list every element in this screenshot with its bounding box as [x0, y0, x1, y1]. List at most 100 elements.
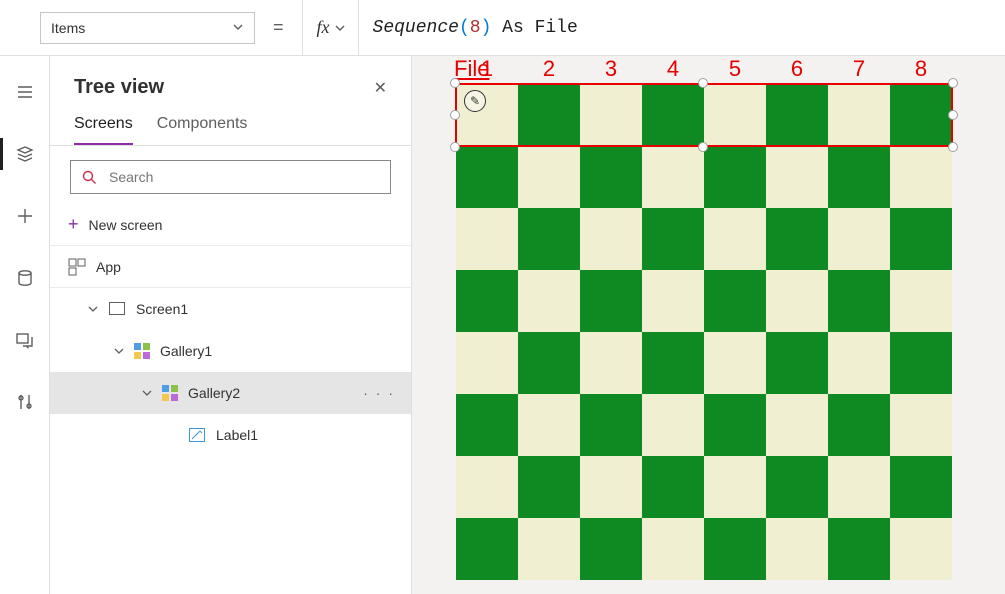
- rail-tools[interactable]: [0, 382, 50, 422]
- selection-rectangle[interactable]: [455, 83, 953, 147]
- tree-item-label: Gallery1: [160, 343, 212, 359]
- board-square: [518, 270, 580, 332]
- board-square: [518, 332, 580, 394]
- tree-item-label1[interactable]: Label1: [50, 414, 411, 456]
- tree-item-label: Screen1: [136, 301, 188, 317]
- tab-components[interactable]: Components: [157, 107, 248, 145]
- board-square: [580, 456, 642, 518]
- board-square: [580, 518, 642, 580]
- canvas[interactable]: File 12345678 ✎: [412, 56, 1005, 594]
- gallery-icon: [134, 343, 150, 359]
- board-square: [890, 518, 952, 580]
- annotation-number: 7: [828, 56, 890, 82]
- board-square: [518, 394, 580, 456]
- board-square: [704, 208, 766, 270]
- tree-item-app[interactable]: App: [50, 246, 411, 288]
- label-icon: [188, 426, 206, 444]
- chessboard: [456, 84, 952, 580]
- tree-panel: Tree view ✕ Screens Components + New scr…: [50, 56, 412, 594]
- board-square: [580, 394, 642, 456]
- equals-icon: =: [273, 17, 284, 38]
- board-square: [890, 394, 952, 456]
- tab-screens[interactable]: Screens: [74, 107, 133, 145]
- tree-item-gallery1[interactable]: Gallery1: [50, 330, 411, 372]
- chevron-down-icon: [334, 22, 346, 34]
- tree-item-label: App: [96, 259, 121, 275]
- chevron-down-icon[interactable]: [88, 301, 98, 317]
- annotation-number: 3: [580, 56, 642, 82]
- search-input[interactable]: [107, 168, 380, 186]
- chevron-down-icon: [232, 20, 244, 36]
- tree-title: Tree view: [74, 76, 164, 99]
- edit-pencil-icon[interactable]: ✎: [464, 90, 486, 112]
- formula-token-num: 8: [470, 18, 481, 38]
- resize-handle[interactable]: [450, 78, 460, 88]
- fx-dropdown[interactable]: fx: [302, 0, 359, 55]
- board-square: [766, 456, 828, 518]
- board-square: [704, 456, 766, 518]
- board-square: [828, 146, 890, 208]
- board-square: [456, 456, 518, 518]
- resize-handle[interactable]: [450, 110, 460, 120]
- resize-handle[interactable]: [698, 78, 708, 88]
- board-square: [890, 208, 952, 270]
- new-screen-button[interactable]: + New screen: [50, 204, 411, 246]
- tree-list: + New screen App Screen1 Gallery1: [50, 204, 411, 594]
- formula-input[interactable]: Sequence(8) As File: [359, 0, 1005, 55]
- resize-handle[interactable]: [948, 110, 958, 120]
- close-icon[interactable]: ✕: [374, 78, 387, 98]
- rail-data[interactable]: [0, 258, 50, 298]
- formula-token-open: (: [459, 18, 470, 38]
- board-square: [828, 518, 890, 580]
- formula-token-close: ): [481, 18, 492, 38]
- annotation-number: 4: [642, 56, 704, 82]
- board-square: [518, 146, 580, 208]
- resize-handle[interactable]: [948, 78, 958, 88]
- board-square: [456, 518, 518, 580]
- media-icon: [15, 330, 35, 350]
- chevron-down-icon[interactable]: [142, 385, 152, 401]
- chevron-down-icon[interactable]: [114, 343, 124, 359]
- fx-label: fx: [317, 17, 330, 38]
- tree-item-gallery2[interactable]: Gallery2 · · ·: [50, 372, 411, 414]
- board-square: [580, 208, 642, 270]
- board-square: [518, 456, 580, 518]
- board-square: [704, 332, 766, 394]
- board-square: [766, 394, 828, 456]
- annotation-number: 6: [766, 56, 828, 82]
- tree-item-screen1[interactable]: Screen1: [50, 288, 411, 330]
- board-square: [766, 270, 828, 332]
- board-square: [642, 456, 704, 518]
- board-square: [456, 332, 518, 394]
- board-square: [890, 270, 952, 332]
- rail-hamburger[interactable]: [0, 72, 50, 112]
- layers-icon: [15, 144, 35, 164]
- board-square: [828, 208, 890, 270]
- tree-item-label: Gallery2: [188, 385, 240, 401]
- gallery-icon: [162, 385, 178, 401]
- resize-handle[interactable]: [948, 142, 958, 152]
- annotation-number: 8: [890, 56, 952, 82]
- board-square: [518, 518, 580, 580]
- formula-token-fn: Sequence: [373, 18, 459, 38]
- search-box[interactable]: [70, 160, 391, 194]
- rail-insert[interactable]: [0, 196, 50, 236]
- rail-tree-view[interactable]: [0, 134, 50, 174]
- board-square: [890, 146, 952, 208]
- board-square: [828, 456, 890, 518]
- board-square: [828, 332, 890, 394]
- resize-handle[interactable]: [450, 142, 460, 152]
- rail-media[interactable]: [0, 320, 50, 360]
- annotation-number: 1: [456, 56, 518, 82]
- tree-item-label: Label1: [216, 427, 258, 443]
- formula-bar: Items = fx Sequence(8) As File: [0, 0, 1005, 56]
- annotation-number: 2: [518, 56, 580, 82]
- more-icon[interactable]: · · ·: [363, 385, 395, 401]
- resize-handle[interactable]: [698, 142, 708, 152]
- board-square: [642, 518, 704, 580]
- tree-tabs: Screens Components: [50, 107, 411, 146]
- board-square: [456, 146, 518, 208]
- board-square: [456, 394, 518, 456]
- property-dropdown[interactable]: Items: [40, 12, 255, 44]
- hamburger-icon: [15, 82, 35, 102]
